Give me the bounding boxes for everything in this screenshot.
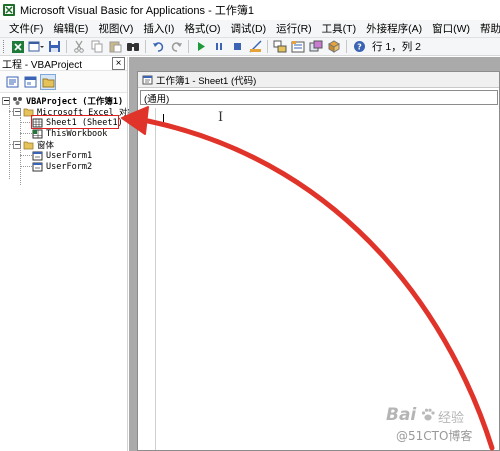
paw-icon (420, 407, 436, 426)
tree-connector (20, 133, 32, 134)
svg-text:?: ? (357, 43, 362, 52)
save-icon[interactable] (46, 39, 62, 55)
menu-window[interactable]: 窗口(W) (427, 21, 475, 36)
code-margin[interactable] (138, 108, 156, 450)
properties-icon[interactable] (290, 39, 306, 55)
window-title: Microsoft Visual Basic for Applications … (20, 5, 254, 17)
userform-icon (32, 162, 43, 172)
menu-file[interactable]: 文件(F) (4, 21, 48, 36)
code-editor[interactable]: I (138, 108, 499, 450)
tree-connector (20, 166, 32, 167)
menu-addins[interactable]: 外接程序(A) (361, 21, 427, 36)
toolbox-icon[interactable] (326, 39, 342, 55)
object-browser-icon[interactable] (308, 39, 324, 55)
watermark: Bai 经验 @51CTO博客 (372, 405, 500, 449)
tree-node-label: UserForm2 (46, 161, 93, 172)
collapse-toggle-icon[interactable]: − (13, 107, 21, 116)
project-tree: − VBAProject (工作簿1) − Microsoft Excel 对象… (0, 93, 136, 185)
menu-format[interactable]: 格式(O) (179, 21, 225, 36)
menu-tools[interactable]: 工具(T) (317, 21, 361, 36)
collapse-toggle-icon[interactable]: − (2, 96, 10, 105)
toggle-folders-icon[interactable] (40, 73, 56, 90)
tree-connector (20, 155, 32, 156)
workbook-icon (32, 129, 43, 139)
code-window-title: 工作簿1 - Sheet1 (代码) (156, 75, 257, 87)
paste-icon[interactable] (107, 39, 123, 55)
project-pane-header: 工程 - VBAProject × (0, 57, 127, 71)
break-icon[interactable] (211, 39, 227, 55)
toolbar-separator (145, 40, 146, 53)
menu-view[interactable]: 视图(V) (93, 21, 138, 36)
sheet1-highlight-box (31, 115, 119, 129)
tree-node-label: ThisWorkbook (46, 128, 108, 139)
reset-icon[interactable] (229, 39, 245, 55)
vba-project-icon (12, 96, 23, 106)
toolbar-separator (267, 40, 268, 53)
menu-insert[interactable]: 插入(I) (138, 21, 179, 36)
close-icon[interactable]: × (112, 57, 125, 70)
project-explorer-icon[interactable] (272, 39, 288, 55)
toolbar-separator (188, 40, 189, 53)
toolbar-separator (66, 40, 67, 53)
insert-userform-icon[interactable] (28, 39, 44, 55)
menu-bar: 文件(F) 编辑(E) 视图(V) 插入(I) 格式(O) 调试(D) 运行(R… (0, 20, 500, 38)
ibeam-cursor-icon: I (218, 110, 224, 125)
text-caret (163, 114, 164, 124)
project-explorer-pane: 工程 - VBAProject × − VBAProject (工作簿1) − … (0, 57, 136, 451)
watermark-brand: Bai (386, 405, 417, 425)
toolbar-grip[interactable] (3, 40, 6, 53)
folder-open-icon (23, 140, 34, 150)
redo-icon[interactable] (168, 39, 184, 55)
view-code-icon[interactable] (4, 74, 20, 90)
collapse-toggle-icon[interactable]: − (13, 140, 21, 149)
mdi-workspace: 工作簿1 - Sheet1 (代码) (通用) I (129, 57, 500, 451)
run-icon[interactable] (193, 39, 209, 55)
find-icon[interactable] (125, 39, 141, 55)
copy-icon[interactable] (89, 39, 105, 55)
tree-node-vbaproject[interactable]: − VBAProject (工作簿1) (2, 95, 123, 107)
vba-app-icon[interactable] (2, 3, 16, 17)
code-window-icon (142, 75, 153, 85)
watermark-brand-suffix: 经验 (438, 411, 465, 426)
menu-help[interactable]: 帮助(H) (475, 21, 500, 36)
title-bar: Microsoft Visual Basic for Applications … (0, 0, 500, 20)
design-mode-icon[interactable] (247, 39, 263, 55)
userform-icon (32, 151, 43, 161)
menu-edit[interactable]: 编辑(E) (48, 21, 93, 36)
menu-run[interactable]: 运行(R) (271, 21, 317, 36)
tree-node-label: UserForm1 (46, 150, 93, 161)
tree-node-forms[interactable]: − 窗体 (13, 139, 55, 151)
tree-node-userform2[interactable]: UserForm2 (32, 161, 92, 172)
object-dropdown[interactable]: (通用) (140, 90, 498, 105)
excel-icon[interactable] (10, 39, 26, 55)
code-window-titlebar[interactable]: 工作簿1 - Sheet1 (代码) (138, 72, 499, 88)
project-pane-toolbar (0, 71, 127, 93)
toolbar-separator (346, 40, 347, 53)
project-pane-title: 工程 - VBAProject (2, 60, 83, 71)
undo-icon[interactable] (150, 39, 166, 55)
help-icon[interactable]: ? (351, 39, 367, 55)
tree-node-thisworkbook[interactable]: ThisWorkbook (32, 128, 107, 139)
tree-node-userform1[interactable]: UserForm1 (32, 150, 92, 161)
tree-node-label: 窗体 (37, 140, 55, 151)
watermark-credit: @51CTO博客 (396, 429, 473, 443)
code-window: 工作簿1 - Sheet1 (代码) (通用) I (137, 71, 500, 451)
cut-icon[interactable] (71, 39, 87, 55)
tree-connector (9, 104, 10, 179)
view-object-icon[interactable] (22, 74, 38, 90)
cursor-position-text: 行 1，列 2 (372, 41, 422, 53)
menu-debug[interactable]: 调试(D) (226, 21, 272, 36)
standard-toolbar: ? 行 1，列 2 (0, 38, 500, 56)
